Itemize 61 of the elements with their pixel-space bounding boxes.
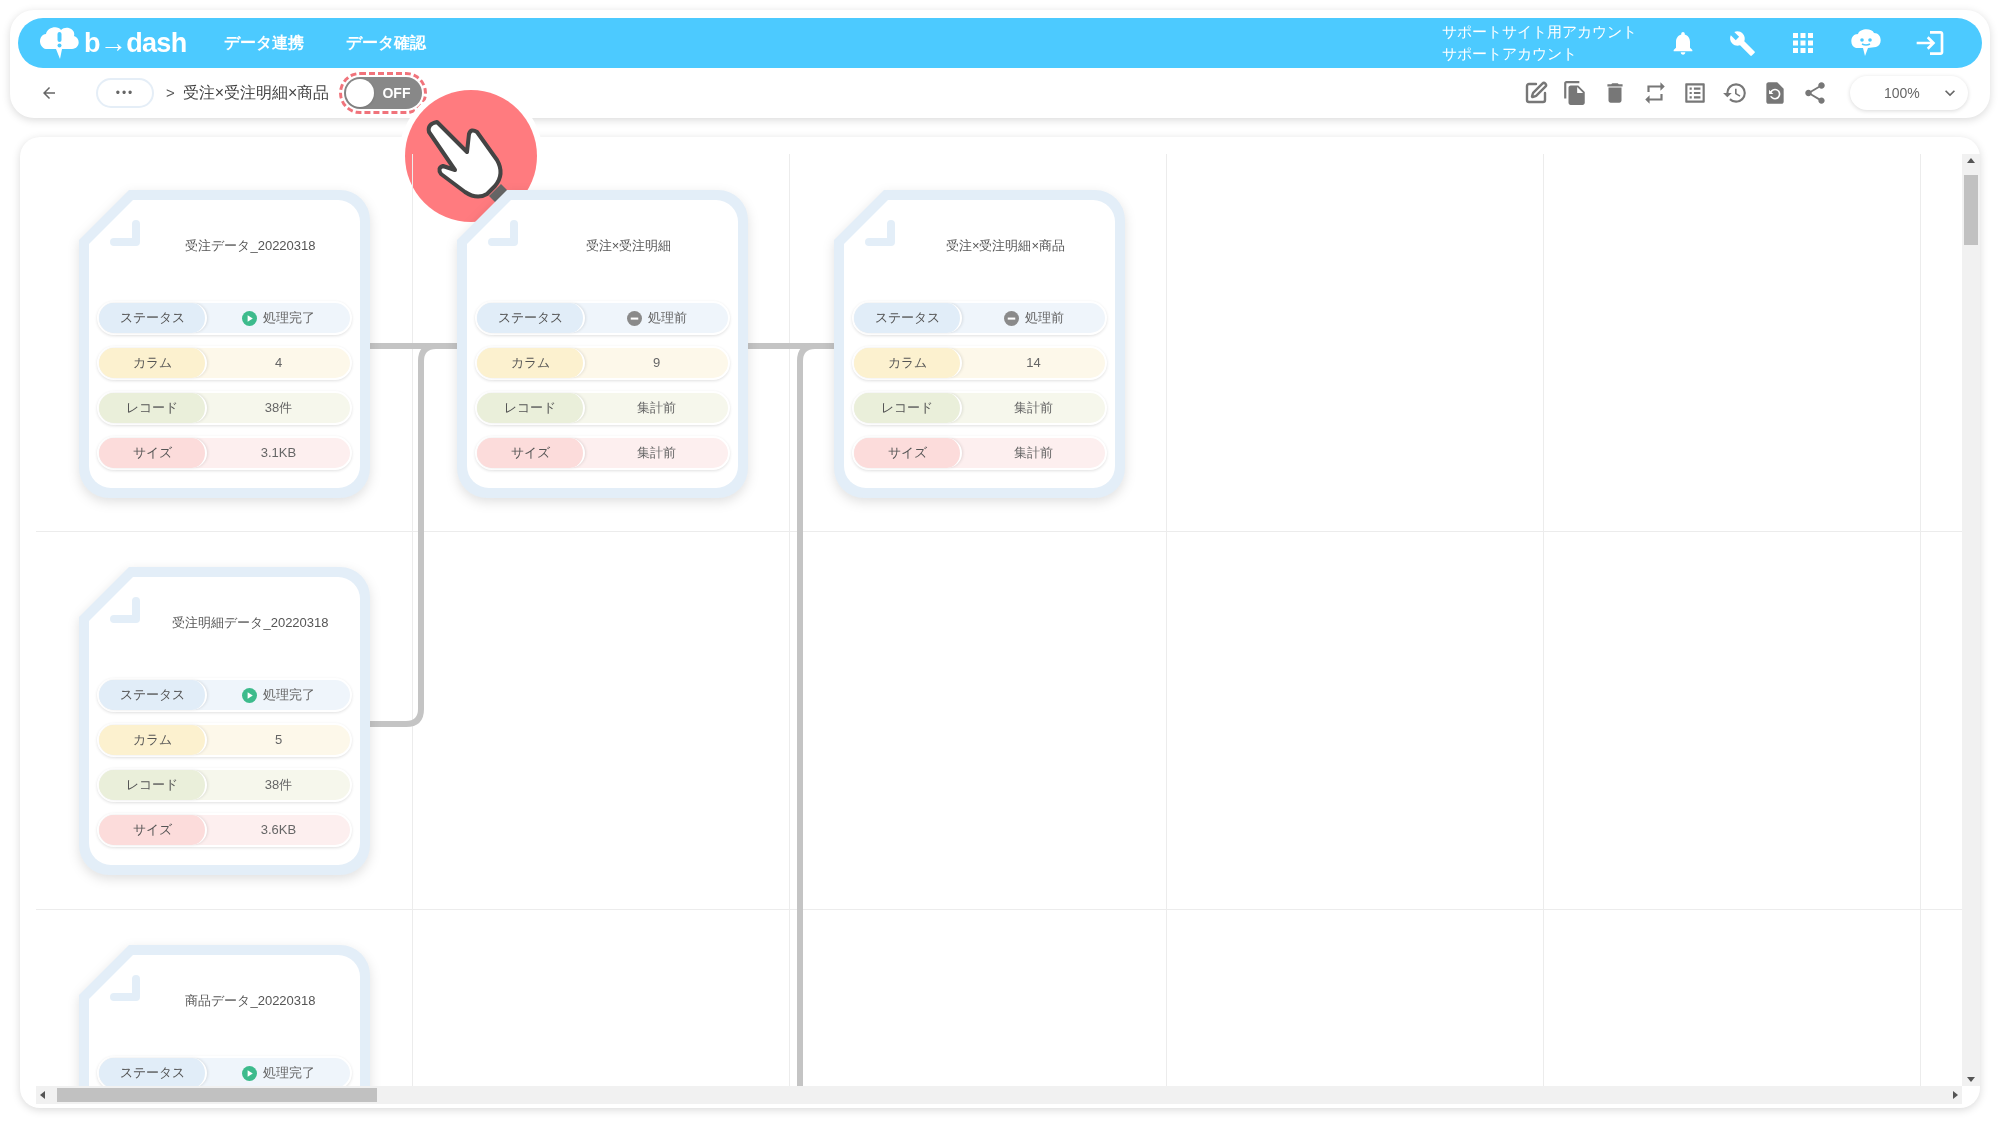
breadcrumb-current: 受注×受注明細×商品 [182, 83, 330, 103]
property-value: 処理前 [1024, 309, 1064, 328]
property-label: ステータス [477, 303, 585, 333]
property-value: 4 [274, 354, 283, 373]
repeat-icon[interactable] [1642, 80, 1668, 106]
property-label: サイズ [854, 438, 962, 468]
property-value: 3.1KB [260, 444, 297, 463]
logo-icon [38, 25, 80, 61]
property-value: 38件 [264, 776, 293, 795]
card-title: 受注明細データ_20220318 [172, 614, 329, 632]
account-name: サポートアカウント [1442, 44, 1578, 64]
property-label: ステータス [99, 680, 207, 710]
file-card[interactable]: 受注×受注明細×商品 ステータス 処理前 カラム 14 レコード 集計前 サイズ 集計前 [834, 190, 1125, 498]
auto-run-toggle[interactable]: OFF [344, 77, 423, 109]
property-value: 集計前 [1014, 399, 1053, 418]
copy-icon[interactable] [1562, 80, 1588, 106]
property-value: 集計前 [637, 444, 676, 463]
property-value: 集計前 [1014, 444, 1053, 463]
property-label: カラム [477, 348, 585, 378]
property-label: カラム [99, 348, 207, 378]
history-icon[interactable] [1722, 80, 1748, 106]
account-name: サポートサイト用アカウント [1442, 22, 1637, 42]
zoom-select[interactable]: 100% [1850, 76, 1968, 110]
file-card[interactable]: 受注データ_20220318 ステータス 処理完了 カラム 4 レコード 38件 サイズ 3.1KB [79, 190, 370, 498]
property-label: ステータス [854, 303, 962, 333]
property-label: ステータス [99, 1058, 207, 1086]
card-title: 受注データ_20220318 [185, 237, 316, 255]
logo-text: b→dash [84, 29, 187, 57]
property-value: 処理完了 [263, 1064, 315, 1083]
property-label: レコード [99, 770, 207, 800]
property-label: ステータス [99, 303, 207, 333]
list-icon[interactable] [1682, 80, 1708, 106]
property-value: 処理完了 [263, 309, 315, 328]
property-value: 14 [1026, 354, 1041, 373]
vertical-scrollbar[interactable] [1962, 154, 1980, 1086]
edit-icon[interactable] [1524, 81, 1548, 105]
property-value: 集計前 [637, 399, 676, 418]
breadcrumb-separator: > [166, 82, 175, 103]
property-value: 処理前 [647, 309, 687, 328]
property-label: レコード [477, 393, 585, 423]
property-label: レコード [854, 393, 962, 423]
property-value: 処理完了 [263, 686, 315, 705]
share-icon[interactable] [1802, 80, 1828, 106]
file-card[interactable]: 商品データ_20220318 ステータス 処理完了 [79, 945, 370, 1086]
card-title: 受注×受注明細×商品 [945, 237, 1066, 255]
property-value: 38件 [264, 399, 293, 418]
property-label: レコード [99, 393, 207, 423]
property-label: カラム [854, 348, 962, 378]
property-label: サイズ [99, 438, 207, 468]
property-label: サイズ [477, 438, 585, 468]
card-title: 商品データ_20220318 [185, 992, 316, 1010]
card-title: 受注×受注明細 [585, 237, 672, 255]
horizontal-scrollbar[interactable] [36, 1086, 1962, 1104]
file-card[interactable]: 受注×受注明細 ステータス 処理前 カラム 9 レコード 集計前 サイズ 集計前 [457, 190, 748, 498]
property-value: 3.6KB [260, 821, 297, 840]
file-card[interactable]: 受注明細データ_20220318 ステータス 処理完了 カラム 5 レコード 38件 サイズ 3.6KB [79, 567, 370, 875]
property-label: カラム [99, 725, 207, 755]
breadcrumb-more-button[interactable]: ••• [96, 78, 154, 108]
property-value: 5 [274, 731, 283, 750]
property-value: 9 [652, 354, 661, 373]
property-label: サイズ [99, 815, 207, 845]
